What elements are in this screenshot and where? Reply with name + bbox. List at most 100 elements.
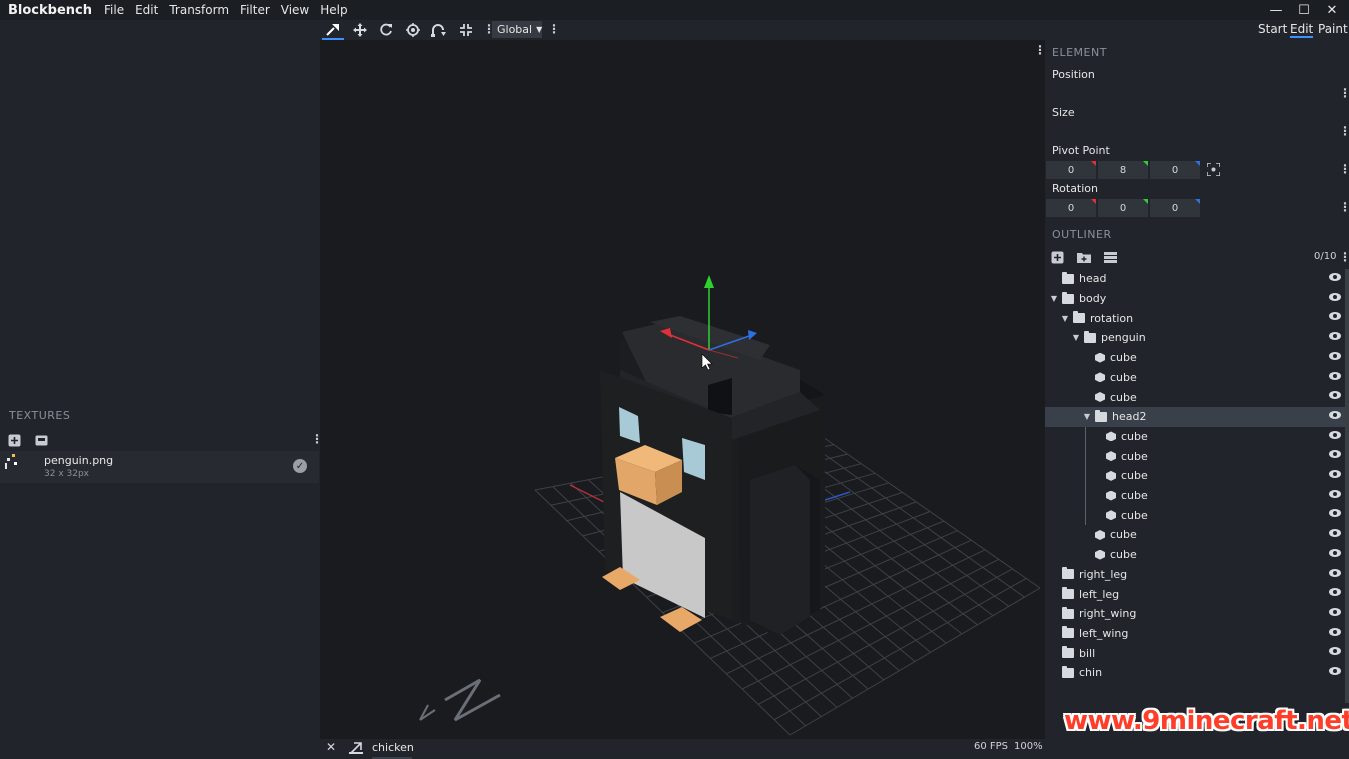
outliner-cube[interactable]: cube [1045, 505, 1348, 525]
visibility-eye-icon[interactable] [1329, 351, 1341, 360]
outliner-cube[interactable]: cube [1045, 446, 1348, 466]
rotation-menu-icon[interactable]: ⋮ [1339, 200, 1349, 214]
mode-tab-start[interactable]: Start [1258, 22, 1287, 36]
size-menu-icon[interactable]: ⋮ [1339, 124, 1349, 138]
vertex-snap-icon[interactable] [428, 20, 450, 40]
visibility-eye-icon[interactable] [1329, 371, 1341, 380]
rotate-icon[interactable] [375, 20, 397, 40]
close-tab-icon[interactable]: ✕ [326, 740, 336, 754]
outliner-scrollbar[interactable] [1345, 269, 1349, 703]
pivot-x-input[interactable]: 0 [1046, 161, 1096, 179]
status-bar [320, 739, 1045, 759]
visibility-eye-icon[interactable] [1329, 450, 1341, 459]
outliner-group[interactable]: ▼ body [1045, 289, 1348, 309]
chevron-down-icon[interactable]: ▼ [1060, 314, 1070, 323]
visibility-eye-icon[interactable] [1329, 391, 1341, 400]
visibility-eye-icon[interactable] [1329, 588, 1341, 597]
move-select-icon[interactable] [322, 20, 344, 40]
outliner-group[interactable]: chin [1045, 663, 1348, 683]
minimize-button[interactable]: — [1262, 0, 1290, 20]
outliner-cube[interactable]: cube [1045, 466, 1348, 486]
outliner-cube[interactable]: cube [1045, 368, 1348, 388]
outliner-group[interactable]: right_leg [1045, 565, 1348, 585]
center-pivot-icon[interactable] [1206, 162, 1221, 177]
visibility-eye-icon[interactable] [1329, 509, 1341, 518]
outliner-cube[interactable]: cube [1045, 525, 1348, 545]
outliner-group[interactable]: bill [1045, 643, 1348, 663]
outliner-group[interactable]: right_wing [1045, 604, 1348, 624]
translate-icon[interactable] [349, 20, 371, 40]
visibility-eye-icon[interactable] [1329, 292, 1341, 301]
pivot-z-input[interactable]: 0 [1150, 161, 1200, 179]
import-texture-icon[interactable] [7, 433, 21, 447]
folder-icon [1062, 626, 1074, 639]
visibility-eye-icon[interactable] [1329, 470, 1341, 478]
folder-icon [1062, 646, 1074, 659]
pivot-menu-icon[interactable]: ⋮ [1339, 162, 1349, 176]
outliner-label: cube [1110, 370, 1137, 384]
collapse-all-icon[interactable] [1104, 252, 1117, 263]
3d-viewport[interactable] [320, 40, 1045, 739]
transform-space-select[interactable]: Global ▼ [492, 21, 542, 38]
outliner-label: cube [1121, 508, 1148, 522]
cube-icon [1106, 451, 1116, 462]
outliner-group[interactable]: head [1045, 269, 1348, 289]
visibility-eye-icon[interactable] [1329, 489, 1341, 498]
mode-tab-paint[interactable]: Paint [1318, 22, 1348, 36]
outliner-cube[interactable]: cube [1045, 348, 1348, 368]
visibility-eye-icon[interactable] [1329, 568, 1341, 577]
visibility-eye-icon[interactable] [1329, 332, 1341, 341]
create-texture-icon[interactable] [34, 433, 48, 447]
menu-edit[interactable]: Edit [135, 3, 158, 17]
outliner-group[interactable]: ▼ head2 [1045, 406, 1348, 427]
maximize-button[interactable]: ☐ [1290, 0, 1318, 20]
menu-filter[interactable]: Filter [240, 3, 270, 17]
menu-help[interactable]: Help [320, 3, 347, 17]
rotation-z-input[interactable]: 0 [1150, 199, 1200, 217]
visibility-eye-icon[interactable] [1329, 607, 1341, 616]
close-window-button[interactable]: ✕ [1318, 0, 1346, 20]
add-cube-icon[interactable] [1051, 251, 1064, 264]
outliner-menu-icon[interactable]: ⋮ [1339, 250, 1349, 264]
visibility-eye-icon[interactable] [1329, 548, 1341, 557]
fps-readout: 60 FPS [974, 741, 1009, 752]
visibility-eye-icon[interactable] [1329, 430, 1341, 439]
rotation-x-input[interactable]: 0 [1046, 199, 1096, 217]
pivot-y-input[interactable]: 8 [1098, 161, 1148, 179]
pivot-icon[interactable] [402, 20, 424, 40]
add-group-icon[interactable] [1077, 251, 1091, 264]
outliner-cube[interactable]: cube [1045, 387, 1348, 407]
open-project-tab[interactable]: chicken [372, 741, 414, 754]
visibility-eye-icon[interactable] [1329, 667, 1341, 675]
outliner-group[interactable]: left_leg [1045, 584, 1348, 604]
visibility-eye-icon[interactable] [1329, 273, 1341, 281]
outliner-cube[interactable]: cube [1045, 427, 1348, 447]
outliner-group[interactable]: left_wing [1045, 624, 1348, 644]
menu-transform[interactable]: Transform [169, 3, 229, 17]
chevron-down-icon[interactable]: ▼ [1049, 294, 1059, 303]
chevron-down-icon: ▼ [536, 25, 543, 34]
outliner-group[interactable]: ▼ rotation [1045, 308, 1348, 328]
visibility-eye-icon[interactable] [1329, 312, 1341, 321]
visibility-eye-icon[interactable] [1329, 529, 1341, 538]
chevron-down-icon[interactable]: ▼ [1082, 412, 1092, 421]
toolbar-overflow-icon[interactable]: ⋮ [548, 22, 560, 36]
cube-icon [1106, 490, 1116, 501]
outliner-group[interactable]: ▼ penguin [1045, 328, 1348, 348]
visibility-eye-icon[interactable] [1329, 647, 1341, 656]
title-bar: Blockbench File Edit Transform Filter Vi… [0, 0, 1349, 20]
folder-icon [1084, 330, 1096, 343]
outliner-label: right_leg [1079, 567, 1128, 581]
outliner-cube[interactable]: cube [1045, 486, 1348, 506]
position-menu-icon[interactable]: ⋮ [1339, 86, 1349, 100]
visibility-eye-icon[interactable] [1329, 627, 1341, 636]
menu-file[interactable]: File [104, 3, 124, 17]
rotation-y-input[interactable]: 0 [1098, 199, 1148, 217]
mode-tab-edit[interactable]: Edit [1290, 22, 1314, 38]
outliner-cube[interactable]: cube [1045, 545, 1348, 565]
menu-view[interactable]: View [281, 3, 309, 17]
visibility-eye-icon[interactable] [1329, 410, 1341, 419]
app-title: Blockbench [8, 2, 92, 18]
chevron-down-icon[interactable]: ▼ [1071, 333, 1081, 342]
resize-icon[interactable] [455, 20, 477, 40]
